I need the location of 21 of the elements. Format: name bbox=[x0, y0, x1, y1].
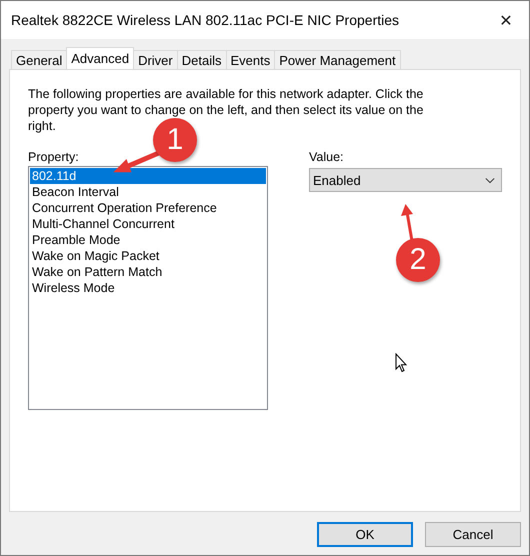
mouse-pointer-icon bbox=[395, 353, 407, 373]
tab[interactable]: General bbox=[11, 50, 68, 69]
chevron-down-icon bbox=[485, 176, 495, 184]
property-label: Property: bbox=[28, 150, 79, 164]
value-dropdown[interactable]: Enabled bbox=[309, 168, 502, 192]
list-item[interactable]: Wireless Mode bbox=[30, 280, 266, 296]
tab[interactable]: Power Management bbox=[274, 50, 401, 69]
close-button[interactable]: ✕ bbox=[483, 1, 529, 39]
annotation-badge: 2 bbox=[396, 238, 440, 282]
list-item[interactable]: 802.11d bbox=[30, 168, 266, 184]
list-item[interactable]: Multi-Channel Concurrent bbox=[30, 216, 266, 232]
window-title: Realtek 8822CE Wireless LAN 802.11ac PCI-E NIC Properties bbox=[11, 12, 400, 28]
list-item[interactable]: Concurrent Operation Preference bbox=[30, 200, 266, 216]
dialog-button[interactable]: OK bbox=[317, 522, 413, 547]
dialog-button[interactable]: Cancel bbox=[425, 522, 521, 547]
list-item[interactable]: Beacon Interval bbox=[30, 184, 266, 200]
value-label: Value: bbox=[309, 150, 344, 164]
tab[interactable]: Advanced bbox=[66, 47, 134, 69]
list-item[interactable]: Wake on Pattern Match bbox=[30, 264, 266, 280]
list-item[interactable]: Wake on Magic Packet bbox=[30, 248, 266, 264]
list-item[interactable]: Preamble Mode bbox=[30, 232, 266, 248]
